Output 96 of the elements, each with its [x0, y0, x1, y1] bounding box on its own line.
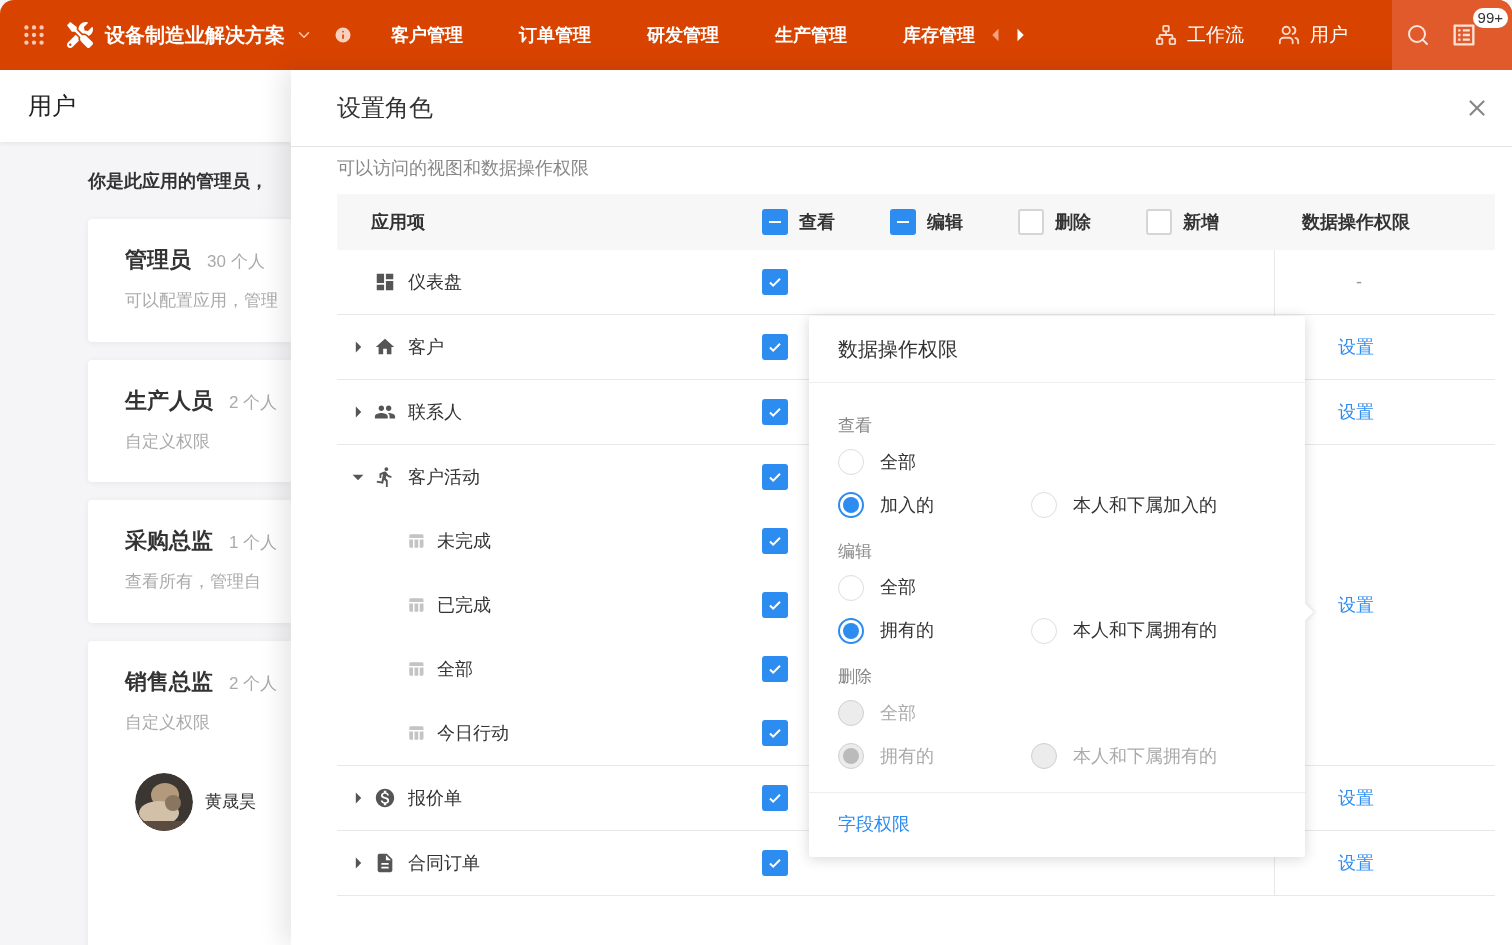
- users-icon[interactable]: [1278, 24, 1300, 46]
- radio-label: 加入的: [880, 493, 934, 517]
- table-icon: [407, 724, 425, 742]
- role-card[interactable]: 销售总监 2 个人 自定义权限 黄晟昊: [88, 640, 291, 945]
- item-label: 全部: [437, 657, 473, 681]
- item-label: 报价单: [408, 786, 462, 810]
- radio-label: 全部: [880, 576, 916, 599]
- role-description: 查看所有，管理自: [125, 571, 262, 593]
- sitemap-icon[interactable]: [1155, 24, 1177, 46]
- set-link[interactable]: 设置: [1338, 591, 1374, 619]
- nav-item[interactable]: 生产管理: [775, 21, 847, 49]
- drawer-title: 设置角色: [337, 93, 433, 123]
- admin-notice: 你是此应用的管理员，: [88, 170, 269, 193]
- item-label: 客户活动: [408, 465, 480, 489]
- radio-label: 拥有的: [880, 744, 934, 768]
- checkbox[interactable]: [762, 399, 788, 425]
- field-permission-link[interactable]: 字段权限: [838, 811, 910, 838]
- checkbox[interactable]: [890, 209, 916, 235]
- checkbox[interactable]: [762, 785, 788, 811]
- checkbox[interactable]: [1146, 209, 1172, 235]
- column-header: 新增: [1183, 210, 1219, 234]
- checkbox[interactable]: [762, 720, 788, 746]
- checkbox[interactable]: [762, 592, 788, 618]
- checkbox[interactable]: [762, 269, 788, 295]
- checkbox[interactable]: [762, 464, 788, 490]
- radio-button[interactable]: [838, 617, 864, 644]
- tools-icon: [67, 22, 93, 48]
- section-title: 查看: [838, 415, 873, 437]
- item-label: 已完成: [437, 593, 491, 617]
- role-description: 自定义权限: [125, 711, 211, 734]
- column-header: 数据操作权限: [1301, 210, 1410, 234]
- role-name: 销售总监: [125, 667, 213, 696]
- item-label: 未完成: [437, 529, 491, 553]
- nav-item[interactable]: 客户管理: [391, 21, 463, 49]
- checkbox[interactable]: [762, 850, 788, 876]
- nav-action[interactable]: 用户: [1310, 20, 1348, 50]
- checkbox[interactable]: [762, 209, 788, 235]
- app-title[interactable]: 设备制造业解决方案: [105, 20, 285, 50]
- nav-item[interactable]: 订单管理: [519, 21, 591, 49]
- radio-label: 本人和下属拥有的: [1073, 619, 1217, 642]
- radio-label: 全部: [880, 450, 916, 474]
- item-label: 客户: [408, 335, 444, 359]
- radio-label: 拥有的: [880, 619, 934, 642]
- info-icon[interactable]: [333, 25, 353, 45]
- checkbox[interactable]: [762, 528, 788, 554]
- member-count: 1 个人: [229, 532, 278, 554]
- column-header: 查看: [799, 210, 835, 234]
- dashboard-icon: [374, 271, 396, 293]
- radio-label: 全部: [880, 701, 916, 725]
- member-count: 2 个人: [229, 391, 278, 414]
- role-description: 可以配置应用，管理: [125, 290, 279, 312]
- table-icon: [407, 596, 425, 614]
- role-card[interactable]: 采购总监 1 个人 查看所有，管理自: [88, 500, 291, 623]
- radio-label: 本人和下属拥有的: [1073, 744, 1217, 768]
- role-name: 采购总监: [125, 527, 213, 555]
- popover-title: 数据操作权限: [838, 337, 958, 362]
- panel-title: 用户: [28, 91, 76, 121]
- dash-icon: [897, 221, 909, 223]
- checkbox[interactable]: [762, 656, 788, 682]
- radio-button[interactable]: [838, 492, 864, 518]
- table-icon: [407, 532, 425, 550]
- nav-item[interactable]: 研发管理: [647, 21, 719, 49]
- set-link[interactable]: 设置: [1338, 784, 1374, 812]
- empty-value: -: [1355, 270, 1362, 294]
- member-count: 2 个人: [229, 672, 278, 695]
- checkbox[interactable]: [1018, 209, 1044, 235]
- section-title: 删除: [838, 666, 873, 688]
- role-description: 自定义权限: [125, 430, 211, 453]
- nav-item[interactable]: 库存管理: [903, 21, 975, 49]
- search-icon[interactable]: [1406, 23, 1430, 47]
- column-header: 删除: [1055, 210, 1091, 234]
- item-label: 仪表盘: [408, 270, 462, 294]
- dash-icon: [769, 221, 781, 223]
- table-icon: [407, 660, 425, 678]
- role-name: 管理员: [125, 246, 191, 274]
- drawer-subtitle: 可以访问的视图和数据操作权限: [337, 157, 590, 180]
- role-card[interactable]: 生产人员 2 个人 自定义权限: [88, 359, 291, 482]
- nav-action[interactable]: 工作流: [1187, 20, 1244, 50]
- set-link[interactable]: 设置: [1338, 398, 1374, 426]
- notification-badge: 99+: [1472, 8, 1508, 28]
- section-title: 编辑: [838, 540, 873, 563]
- set-link[interactable]: 设置: [1338, 333, 1374, 361]
- radio-label: 本人和下属加入的: [1073, 493, 1217, 517]
- column-header: 编辑: [927, 210, 963, 234]
- member-count: 30 个人: [207, 251, 265, 273]
- column-header: 应用项: [370, 210, 426, 234]
- item-label: 今日行动: [437, 721, 509, 745]
- coin-icon: [374, 787, 396, 809]
- checkbox[interactable]: [762, 334, 788, 360]
- item-label: 联系人: [408, 400, 462, 424]
- apps-grid-icon[interactable]: [21, 22, 47, 48]
- item-label: 合同订单: [408, 851, 480, 875]
- role-card[interactable]: 管理员 30 个人 可以配置应用，管理: [88, 219, 291, 342]
- role-name: 生产人员: [125, 386, 213, 415]
- member-name: 黄晟昊: [205, 791, 256, 814]
- set-link[interactable]: 设置: [1338, 849, 1374, 877]
